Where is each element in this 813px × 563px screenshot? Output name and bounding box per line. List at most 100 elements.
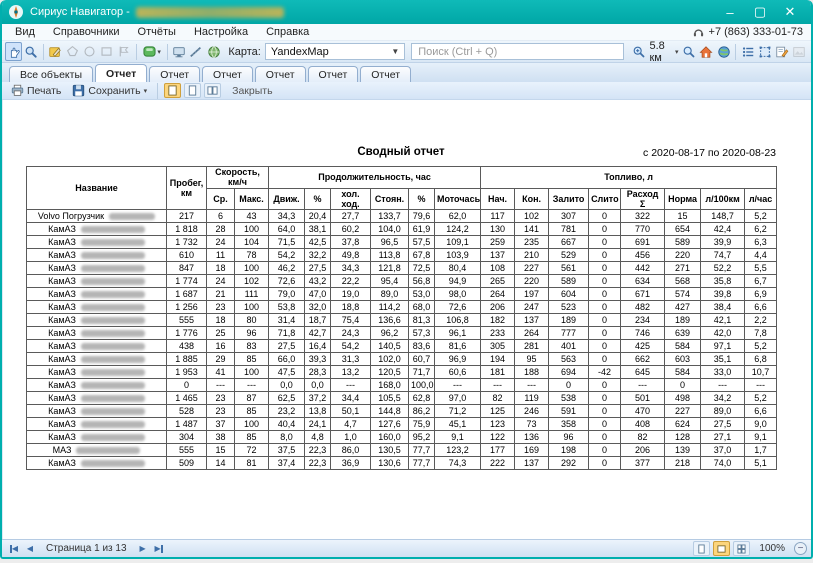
table-row: КамАЗ1 776259671,842,724,396,257,396,123… [27,327,777,340]
vehicle-name-cell: КамАЗ [27,223,167,236]
map-scale-dropdown[interactable]: 5.8 км ▾ [647,40,680,64]
zoom-in-button[interactable] [630,42,647,61]
next-page-button[interactable]: ▶ [135,542,151,556]
value-cell: 1 687 [167,288,207,301]
monitoring-button[interactable] [171,42,188,61]
value-cell: 29 [207,353,235,366]
value-cell: 9,1 [435,431,481,444]
print-button[interactable]: Печать [7,83,65,99]
circle-tool-button[interactable] [81,42,98,61]
value-cell: 304 [167,431,207,444]
value-cell: 68,0 [409,301,435,314]
value-cell: 401 [549,340,589,353]
tab-report[interactable]: Отчет [149,66,200,82]
edit-map-button[interactable] [46,42,63,61]
sb-view-multi-button[interactable] [733,541,750,556]
redacted-plate [81,421,145,428]
view-whole-page-button[interactable] [184,83,201,98]
value-cell: 603 [665,353,701,366]
zoom-out-button[interactable]: − [794,542,807,555]
first-page-button[interactable]: ◀ [6,542,22,556]
value-cell: 0 [589,327,621,340]
vehicle-name-cell: КамАЗ [27,275,167,288]
value-cell: 197 [515,288,549,301]
value-cell: 34,3 [331,262,371,275]
value-cell: 128 [665,431,701,444]
table-row: КамАЗ1 7322410471,542,537,896,557,5109,1… [27,236,777,249]
vehicle-name-cell: КамАЗ [27,418,167,431]
redacted-plate [76,447,140,454]
value-cell: 100 [235,262,269,275]
value-cell: --- [701,379,745,392]
notes-edit-button[interactable] [774,42,791,61]
home-button[interactable] [698,42,715,61]
globe-sync-button[interactable] [205,42,222,61]
selection-frame-button[interactable] [756,42,773,61]
tab-report[interactable]: Отчет [360,66,411,82]
last-page-button[interactable]: ▶ [151,542,167,556]
zoom-search-button[interactable] [22,42,39,61]
zoom-area-button[interactable] [681,42,698,61]
vehicle-name-cell: КамАЗ [27,249,167,262]
column-header: хол. ход. [331,188,371,210]
pan-tool-button[interactable] [5,42,22,61]
menu-bar: ВидСправочникиОтчётыНастройкаСправка +7 … [2,24,811,41]
minimize-button[interactable]: – [715,2,745,22]
view-two-pages-button[interactable] [204,83,221,98]
value-cell: 64,0 [269,223,305,236]
tab-report[interactable]: Отчет [202,66,253,82]
view-page-width-button[interactable] [164,83,181,98]
map-provider-select[interactable]: YandexMap ▼ [265,43,405,60]
value-cell: 83 [235,340,269,353]
value-cell: --- [435,379,481,392]
sb-view-width-button[interactable] [713,541,730,556]
value-cell: 528 [167,405,207,418]
save-button[interactable]: Сохранить ▾ [68,83,151,99]
value-cell: 210 [515,249,549,262]
print-label: Печать [27,85,61,97]
maximize-button[interactable]: ▢ [745,2,775,22]
menu-item[interactable]: Справочники [44,26,129,38]
value-cell: 18 [207,262,235,275]
tab-report-active[interactable]: Отчет [95,64,147,82]
value-cell: 220 [515,275,549,288]
value-cell: 13,2 [331,366,371,379]
value-cell: 555 [167,314,207,327]
tab-report[interactable]: Отчет [308,66,359,82]
close-report-button[interactable]: Закрыть [224,85,280,97]
rect-tool-button[interactable] [98,42,115,61]
value-cell: 6,6 [745,405,777,418]
polygon-tool-button[interactable] [64,42,81,61]
value-cell: 358 [549,418,589,431]
menu-item[interactable]: Вид [6,26,44,38]
menu-item[interactable]: Настройка [185,26,257,38]
image-button[interactable] [791,42,808,61]
value-cell: 470 [621,405,665,418]
menu-item[interactable]: Справка [257,26,318,38]
flag-tool-button[interactable] [115,42,132,61]
redacted-plate [81,356,145,363]
window-title-redacted [136,7,284,18]
vehicle-menu-button[interactable]: ▾ [139,42,163,61]
value-cell: 194 [481,353,515,366]
close-button[interactable]: ✕ [775,2,805,22]
menu-item[interactable]: Отчёты [129,26,185,38]
value-cell: 169 [515,444,549,457]
legend-list-button[interactable] [739,42,756,61]
tab-all-objects[interactable]: Все объекты [9,66,93,82]
value-cell: 144,8 [371,405,409,418]
search-input[interactable]: Поиск (Ctrl + Q) [411,43,624,60]
value-cell: 95 [515,353,549,366]
prev-page-button[interactable]: ◀ [22,542,38,556]
route-button[interactable] [188,42,205,61]
tab-report[interactable]: Отчет [255,66,306,82]
value-cell: 498 [665,392,701,405]
value-cell: 168,0 [371,379,409,392]
value-cell: 206 [481,301,515,314]
value-cell: 72 [235,444,269,457]
value-cell: 73 [515,418,549,431]
value-cell: 42,0 [701,327,745,340]
globe-button[interactable] [715,42,732,61]
sb-view-single-button[interactable] [693,541,710,556]
zoom-area-icon [682,45,696,59]
